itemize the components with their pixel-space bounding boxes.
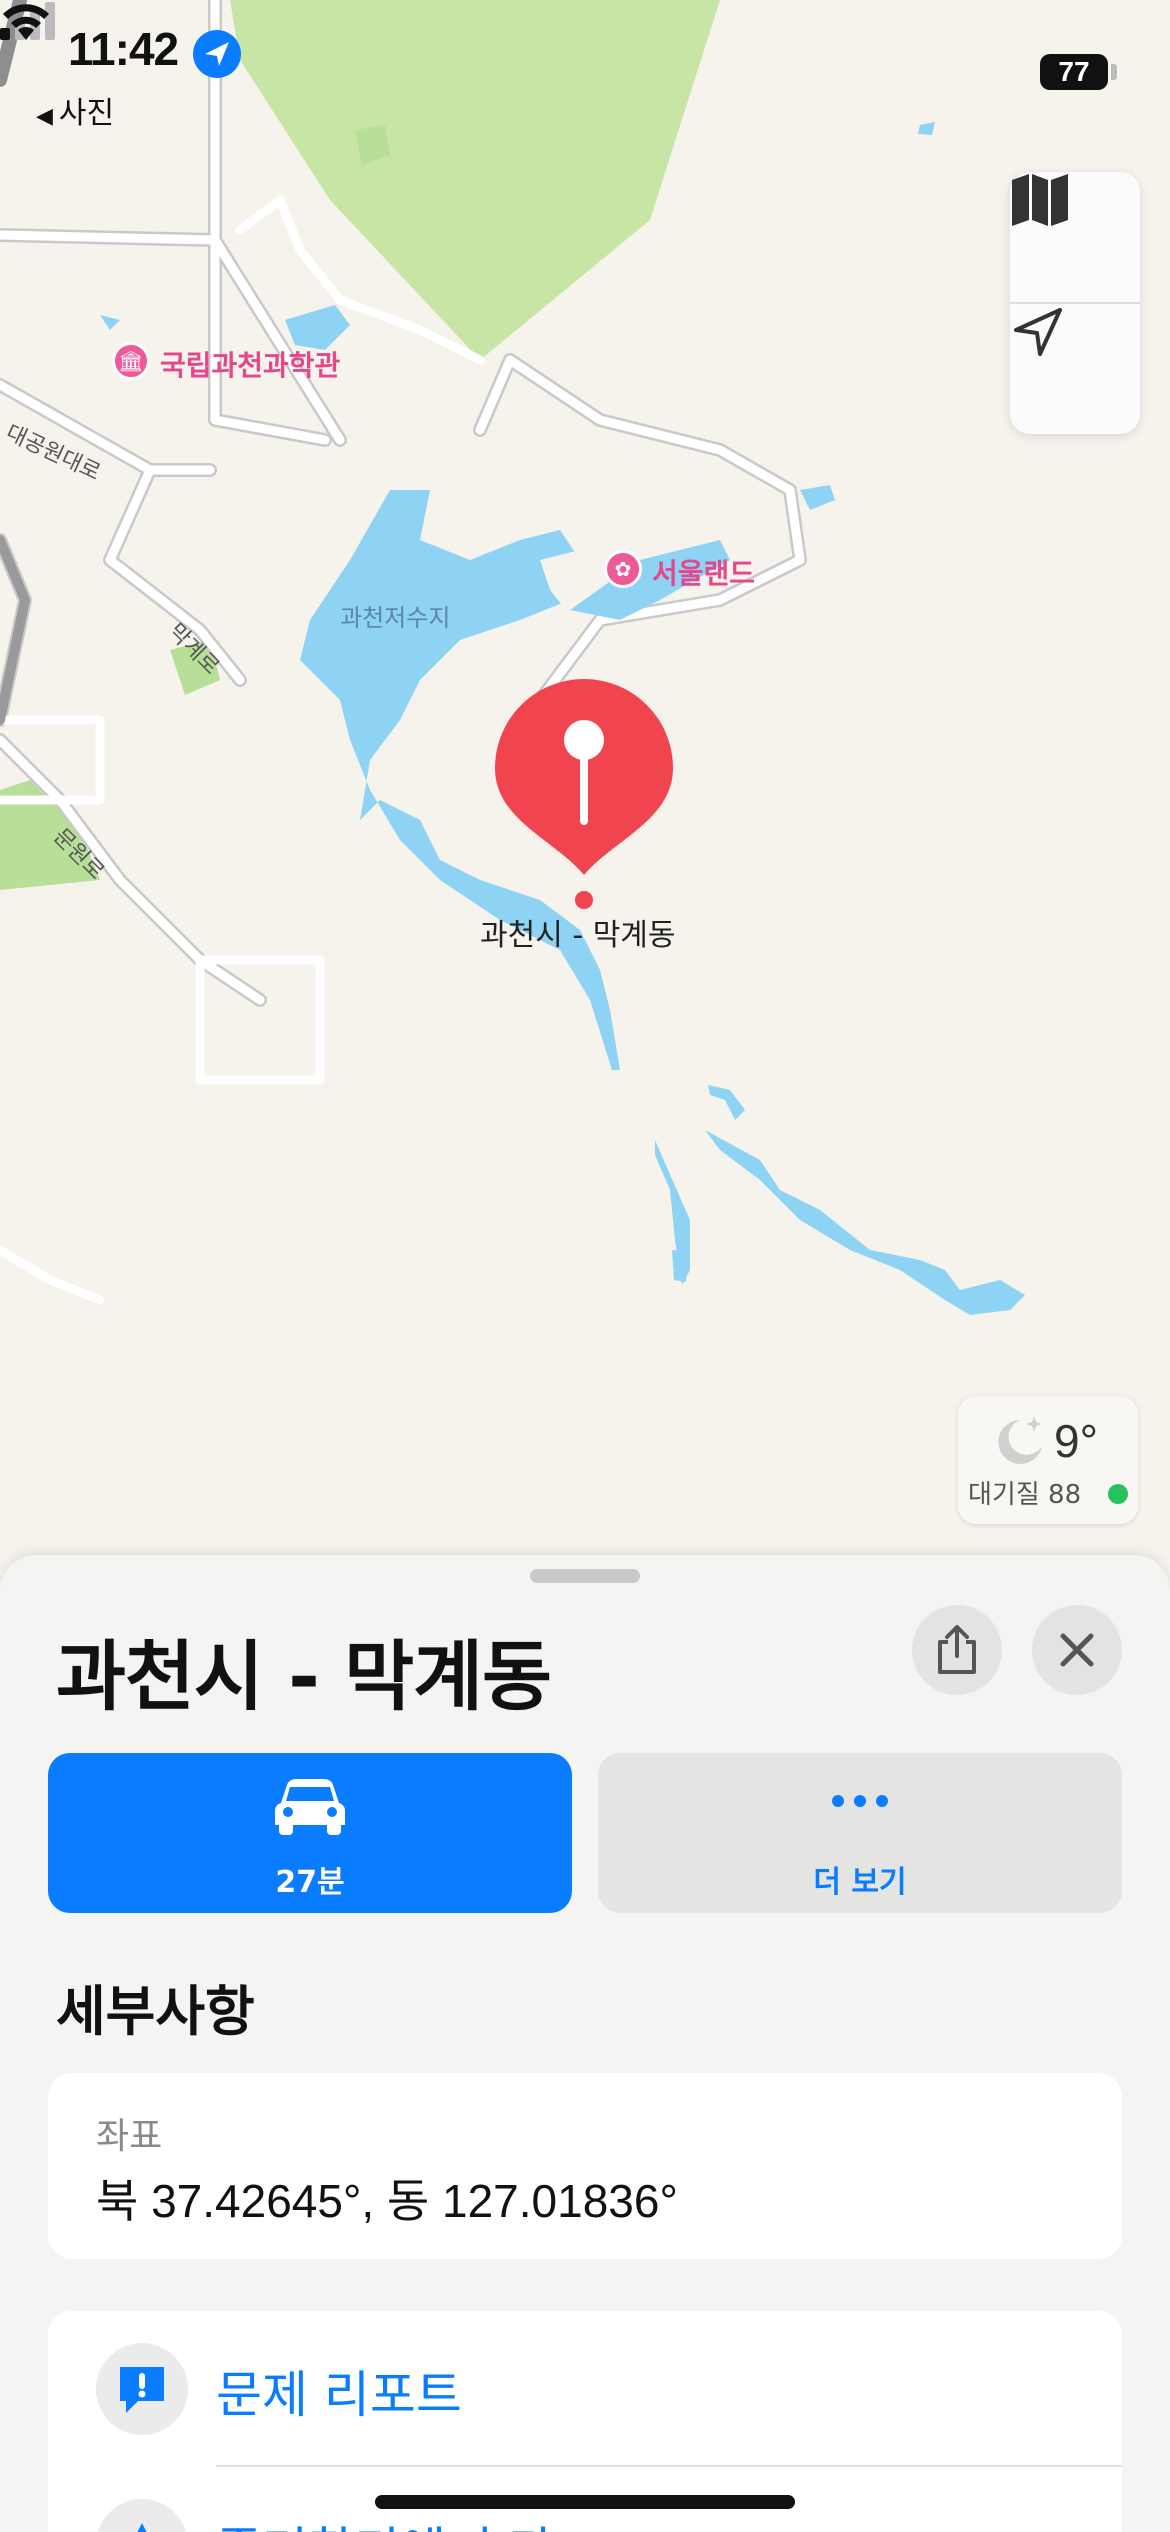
map-mode-button[interactable] xyxy=(1010,172,1140,302)
share-button[interactable] xyxy=(912,1605,1002,1695)
map-canvas[interactable] xyxy=(0,0,1170,1560)
place-sheet[interactable]: 과천시 - 막계동 27분 더 보기 세부사항 좌표 북 37.42645°, … xyxy=(0,1555,1170,2532)
car-icon xyxy=(275,1779,345,1835)
poi-label-science-museum[interactable]: 국립과천과학관 xyxy=(160,344,340,384)
battery-indicator: 77 xyxy=(1040,54,1108,90)
status-time: 11:42 xyxy=(68,23,179,75)
directions-button[interactable]: 27분 xyxy=(48,1753,572,1913)
back-label: 사진 xyxy=(58,96,115,131)
locate-me-button[interactable] xyxy=(1010,304,1140,434)
museum-icon: 🏛 xyxy=(112,342,150,380)
close-button[interactable] xyxy=(1032,1605,1122,1695)
coordinates-value[interactable]: 북 37.42645°, 동 127.01836° xyxy=(96,2165,678,2231)
report-issue-label: 문제 리포트 xyxy=(216,2366,462,2424)
moon-stars-icon xyxy=(998,1416,1042,1464)
wifi-icon xyxy=(3,4,49,40)
air-quality-label: 대기질 88 xyxy=(968,1480,1082,1510)
report-icon xyxy=(96,2343,188,2435)
location-arrow-outline-icon xyxy=(1014,308,1062,356)
sheet-grabber[interactable] xyxy=(530,1569,640,1583)
poi-label-seoul-land[interactable]: 서울랜드 xyxy=(652,552,755,592)
weather-temperature: 9° xyxy=(1054,1415,1098,1467)
pin-label: 과천시 - 막계동 xyxy=(480,918,676,953)
location-arrow-icon xyxy=(193,30,241,78)
battery-tip xyxy=(1111,64,1117,80)
water-label: 과천저수지 xyxy=(340,604,451,632)
home-indicator[interactable] xyxy=(375,2495,795,2509)
ellipsis-icon xyxy=(832,1795,888,1807)
map-icon xyxy=(1012,174,1068,226)
report-issue-row[interactable]: 문제 리포트 xyxy=(48,2311,1122,2465)
favorite-icon xyxy=(96,2499,188,2532)
amusement-park-icon: ✿ xyxy=(604,550,642,588)
coordinates-label: 좌표 xyxy=(96,2116,163,2157)
map-pin[interactable] xyxy=(495,679,673,875)
details-section-title: 세부사항 xyxy=(56,1980,255,2043)
share-icon xyxy=(938,1625,976,1674)
back-to-photos-link[interactable]: ◀ 사진 xyxy=(36,88,114,132)
add-favorite-label: 즐겨찾기에 추가 xyxy=(216,2511,554,2532)
coordinates-card[interactable]: 좌표 북 37.42645°, 동 127.01836° xyxy=(48,2073,1122,2259)
map-controls xyxy=(1010,172,1140,434)
map-view[interactable]: 🏛 국립과천과학관 ✿ 서울랜드 과천저수지 대공원대로 막계로 문원로 과천시… xyxy=(0,0,1170,1560)
close-icon xyxy=(1060,1633,1094,1667)
place-title: 과천시 - 막계동 xyxy=(56,1632,552,1721)
more-label: 더 보기 xyxy=(813,1865,907,1900)
directions-label: 27분 xyxy=(275,1865,345,1900)
air-quality-dot xyxy=(1108,1484,1128,1504)
back-triangle-icon: ◀ xyxy=(36,104,53,129)
more-button[interactable]: 더 보기 xyxy=(598,1753,1122,1913)
weather-widget[interactable]: 9° 대기질 88 xyxy=(958,1396,1138,1524)
